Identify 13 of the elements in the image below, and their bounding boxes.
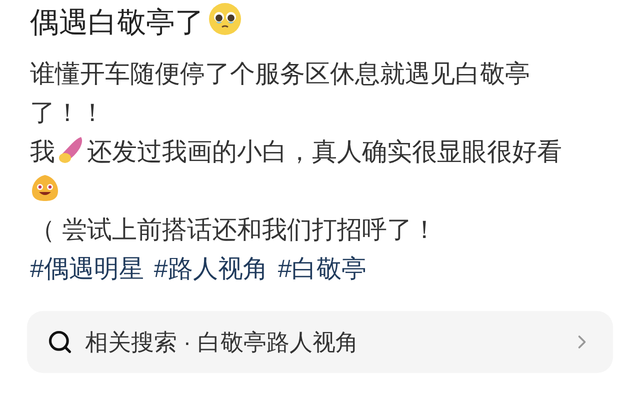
hashtag-link[interactable]: #白敬亭 xyxy=(278,250,367,289)
post-text: 我 xyxy=(30,138,55,166)
sweet-potato-icon xyxy=(57,135,85,165)
post-text: 还发过我画的小白，真人确实很显眼很好看 xyxy=(87,138,562,166)
post-title: 偶遇白敬亭了 xyxy=(30,2,610,43)
search-icon xyxy=(47,329,73,355)
hashtag-link[interactable]: #偶遇明星 xyxy=(30,250,144,289)
related-search-text: 相关搜索 · 白敬亭路人视角 xyxy=(85,328,360,357)
grinning-face-icon xyxy=(30,173,60,203)
hashtag-link[interactable]: #路人视角 xyxy=(154,250,268,289)
related-search-bar[interactable]: 相关搜索 · 白敬亭路人视角 xyxy=(27,311,613,373)
post-text: 谁懂开车随便停了个服务区休息就遇见白敬亭了！！ xyxy=(30,60,530,127)
post-text: （ 尝试上前搭话还和我们打招呼了！ xyxy=(30,216,437,244)
